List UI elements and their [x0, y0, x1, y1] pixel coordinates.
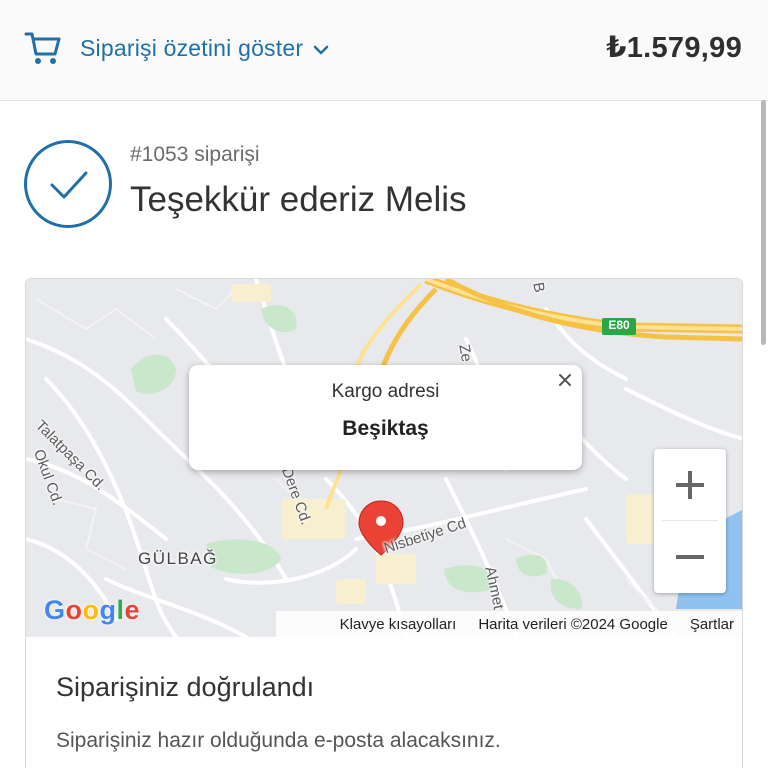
order-summary-bar: Siparişi özetini göster ₺1.579,99 [0, 0, 768, 101]
confirmation-title: Siparişiniz doğrulandı [56, 672, 315, 702]
summary-toggle-label: Siparişi özetini göster [80, 34, 304, 61]
district-label-gulbag: GÜLBAĞ [138, 549, 218, 568]
page-title: Teşekkür ederiz Melis [130, 180, 467, 219]
map-attribution: Klavye kısayolları Harita verileri ©2024… [276, 611, 742, 637]
minus-icon [676, 555, 704, 559]
close-icon[interactable] [554, 369, 576, 391]
plus-icon [676, 471, 704, 499]
map-data-link[interactable]: Harita verileri ©2024 Google [478, 616, 667, 633]
shipping-map[interactable]: Talatpaşa Cd. Okul Cd. Dere Cd. Nisbetiy… [26, 279, 742, 637]
order-number: #1053 siparişi [130, 143, 260, 166]
street-label-ze: Ze [455, 343, 476, 364]
zoom-out-button[interactable] [654, 521, 726, 593]
highway-label-e80: E80 [608, 318, 630, 332]
confirmation-text: Siparişiniz hazır olduğunda e-posta alac… [56, 729, 501, 752]
shipping-map-card: Talatpaşa Cd. Okul Cd. Dere Cd. Nisbetiy… [25, 278, 743, 768]
chevron-down-icon [313, 45, 329, 54]
order-confirmed-badge [24, 140, 112, 228]
show-order-summary-toggle[interactable]: Siparişi özetini göster [24, 26, 331, 70]
google-logo: Google [44, 595, 141, 625]
keyboard-shortcuts-link[interactable]: Klavye kısayolları [340, 616, 457, 633]
popup-title: Kargo adresi [331, 381, 440, 402]
cart-icon [24, 32, 61, 64]
zoom-in-button[interactable] [654, 449, 726, 521]
popup-address-value: Beşiktaş [342, 417, 429, 440]
page-scrollbar[interactable] [761, 100, 766, 345]
terms-link[interactable]: Şartlar [690, 616, 734, 633]
check-icon [50, 171, 88, 199]
map-zoom-control [654, 449, 726, 593]
shipping-address-popup: Kargo adresi Beşiktaş [189, 365, 582, 470]
order-total-price: ₺1.579,99 [606, 32, 742, 64]
